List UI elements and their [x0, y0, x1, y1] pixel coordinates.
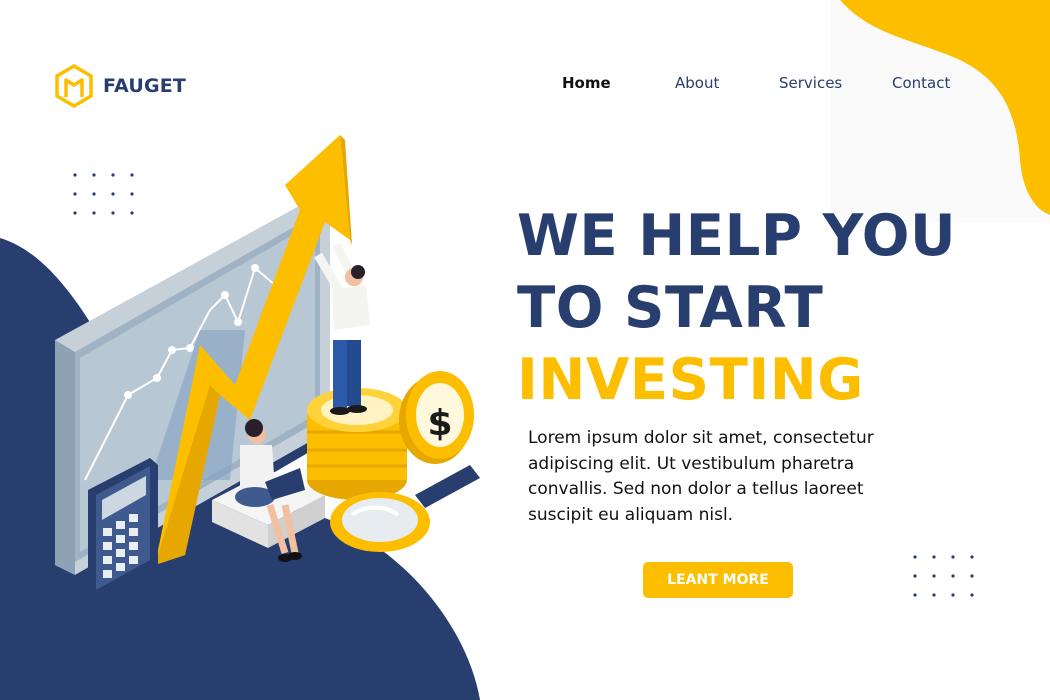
learn-more-button[interactable]: LEANT MORE [643, 562, 793, 598]
hero-headline-line1: WE HELP YOU [517, 203, 957, 269]
dollar-coin-symbol: $ [427, 403, 452, 444]
nav-services-link[interactable]: Services [779, 74, 842, 92]
investment-growth-illustration: $ [55, 135, 480, 598]
hero-description: Lorem ipsum dolor sit amet, consectetur … [528, 428, 874, 525]
hero-headline-line2: TO START [517, 275, 824, 341]
hero-headline: WE HELP YOU TO START INVESTING [517, 200, 963, 416]
nav-about-link[interactable]: About [675, 74, 719, 92]
nav-contact-link[interactable]: Contact [892, 74, 950, 92]
main-nav: Home About Services Contact [540, 74, 980, 96]
nav-home-link[interactable]: Home [562, 74, 611, 92]
dot-grid-bottom-right [913, 555, 974, 597]
hero-headline-line3: INVESTING [517, 347, 864, 413]
